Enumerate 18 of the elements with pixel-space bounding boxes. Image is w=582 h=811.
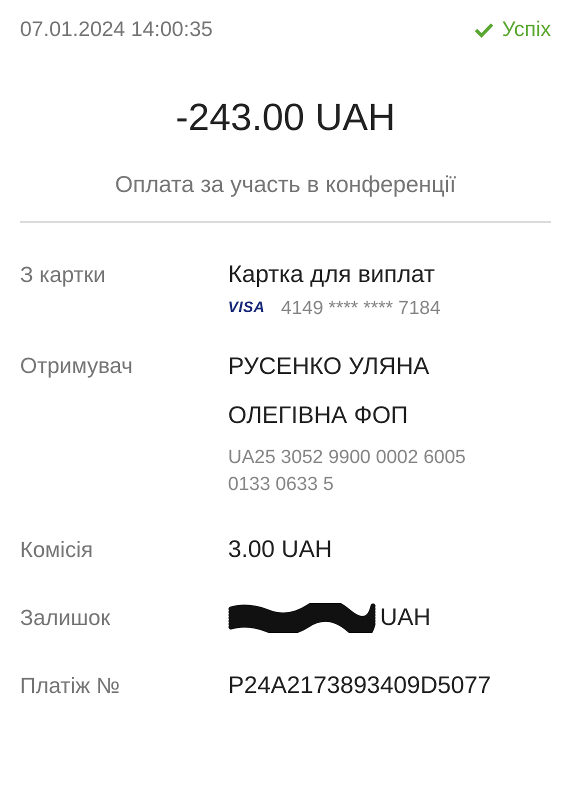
account-number: UA25 3052 9900 0002 6005 0133 0633 5 — [228, 446, 467, 497]
field-value: 3.00 UAH — [228, 535, 334, 565]
card-number: 4149 **** **** 7184 — [281, 297, 441, 321]
field-label: Отримувач — [20, 352, 134, 380]
payment-description: Оплата за участь в конференції — [114, 170, 457, 199]
field-label: Комісія — [20, 536, 94, 564]
status-label: Успіх — [502, 17, 551, 43]
field-label: Залишок — [20, 604, 112, 632]
balance-currency: UAH — [380, 603, 431, 633]
field-label: З картки — [20, 261, 106, 289]
recipient-name: РУСЕНКО УЛЯНА ОЛЕГІВНА ФОП — [228, 352, 430, 431]
card-name: Картка для виплат — [228, 260, 436, 290]
field-label: Платіж № — [20, 672, 121, 700]
checkmark-icon — [474, 22, 494, 38]
amount: -243.00 UAH — [174, 96, 396, 140]
card-brand-logo: VISA — [228, 298, 266, 318]
date-time: 07.01.2024 14:00:35 — [20, 17, 213, 43]
field-value: P24A2173893409D5077 — [228, 671, 492, 701]
